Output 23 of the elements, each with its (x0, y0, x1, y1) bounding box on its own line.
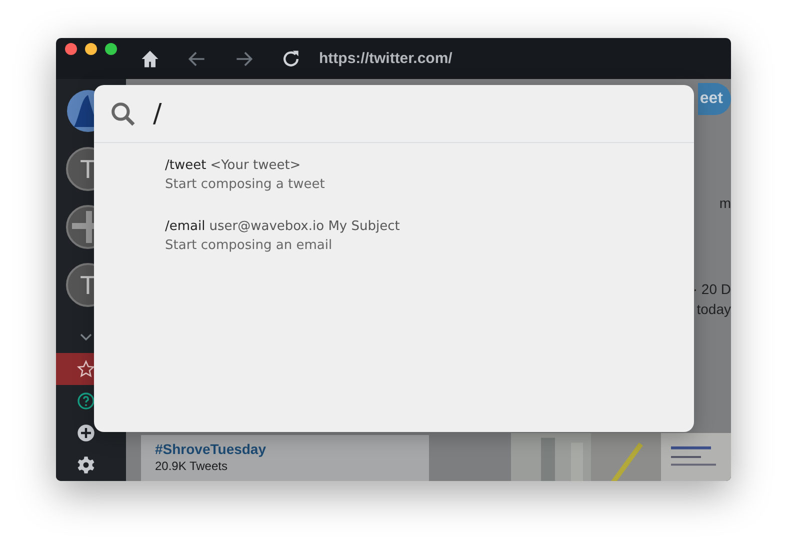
trend-hashtag[interactable]: #ShroveTuesday (155, 441, 415, 457)
trend-count: 20.9K Tweets (155, 459, 228, 473)
zoom-button[interactable] (105, 43, 117, 55)
minimize-button[interactable] (85, 43, 97, 55)
search-field[interactable]: / (151, 98, 555, 130)
url-text[interactable]: https://twitter.com/ (319, 50, 452, 67)
command-result[interactable]: /tweet <Your tweet> Start composing a tweet (165, 158, 694, 192)
close-button[interactable] (65, 43, 77, 55)
command-description: Start composing a tweet (165, 177, 326, 192)
star-icon (76, 359, 96, 379)
command-arguments: <Your tweet> (210, 158, 301, 173)
tweet-text: · 20 D (692, 281, 731, 297)
tweet-text: today (696, 301, 731, 317)
command-description: Start composing an email (165, 238, 334, 253)
command-arguments: user@wavebox.io My Subject (209, 219, 400, 234)
command-name: /email (165, 219, 206, 234)
command-name: /tweet (165, 158, 206, 173)
help-icon (76, 391, 96, 411)
command-result[interactable]: /email user@wavebox.io My Subject Start composing an email (165, 219, 694, 253)
add-icon (76, 423, 96, 443)
tweet-text: m (719, 195, 731, 211)
settings-icon (76, 455, 96, 475)
search-icon (109, 100, 137, 128)
